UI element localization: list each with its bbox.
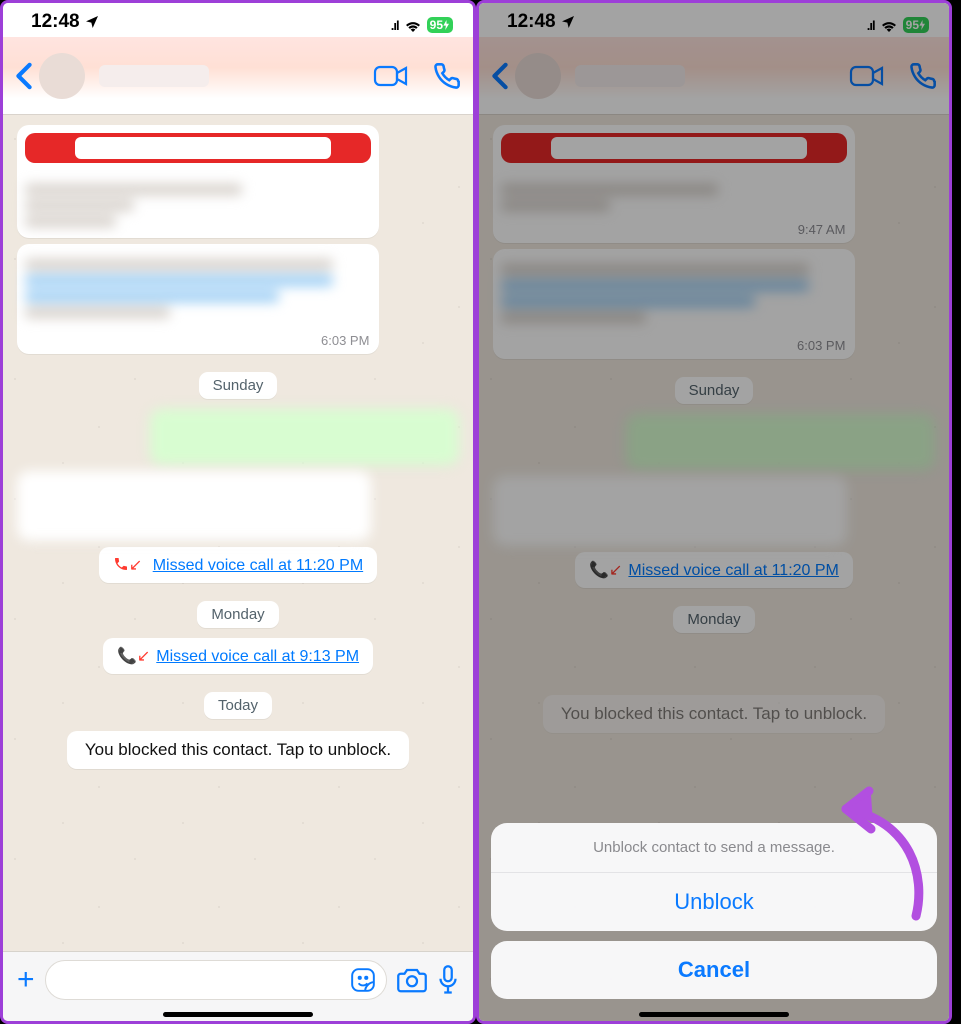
nav-bar bbox=[3, 37, 473, 115]
camera-icon[interactable] bbox=[397, 967, 427, 993]
attach-icon[interactable]: + bbox=[17, 963, 35, 997]
wifi-icon bbox=[403, 18, 423, 32]
contact-name[interactable] bbox=[99, 65, 209, 87]
home-indicator[interactable] bbox=[639, 1012, 789, 1017]
cancel-button[interactable]: Cancel bbox=[491, 941, 937, 999]
phone-right: 12:48 .ıl 95 9:47 AM bbox=[476, 0, 952, 1024]
location-icon bbox=[84, 14, 100, 30]
missed-call-text: Missed voice call at 9:13 PM bbox=[156, 648, 359, 665]
date-separator: Today bbox=[204, 692, 272, 719]
action-sheet: Unblock contact to send a message. Unblo… bbox=[491, 823, 937, 1009]
cellular-icon: .ıl bbox=[391, 18, 399, 33]
date-separator: Monday bbox=[197, 601, 278, 628]
message-input[interactable] bbox=[45, 960, 387, 1000]
mic-icon[interactable] bbox=[437, 965, 459, 995]
message-out[interactable] bbox=[150, 409, 459, 465]
message-in[interactable]: 6:03 PM bbox=[17, 244, 379, 354]
chat-area[interactable]: 6:03 PM Sunday ↙ Missed voice call at 11… bbox=[3, 115, 473, 951]
missed-call-text: Missed voice call at 11:20 PM bbox=[153, 557, 363, 574]
input-bar: + bbox=[3, 951, 473, 1021]
missed-call-pill[interactable]: 📞↙ Missed voice call at 9:13 PM bbox=[103, 638, 373, 674]
video-call-icon[interactable] bbox=[373, 64, 409, 88]
date-separator: Sunday bbox=[199, 372, 278, 399]
back-icon[interactable] bbox=[15, 62, 33, 90]
home-indicator[interactable] bbox=[163, 1012, 313, 1017]
missed-call-icon: 📞↙ bbox=[117, 648, 150, 665]
missed-call-icon: ↙ bbox=[113, 557, 147, 574]
status-time: 12:48 bbox=[31, 11, 80, 33]
avatar[interactable] bbox=[39, 53, 85, 99]
battery-icon: 95 bbox=[427, 17, 453, 33]
sticker-icon[interactable] bbox=[350, 967, 376, 993]
timestamp: 6:03 PM bbox=[17, 333, 379, 354]
status-bar: 12:48 .ıl 95 bbox=[3, 3, 473, 37]
voice-call-icon[interactable] bbox=[433, 62, 461, 90]
phone-left: 12:48 .ıl 95 bbox=[0, 0, 476, 1024]
missed-call-pill[interactable]: ↙ Missed voice call at 11:20 PM bbox=[99, 547, 377, 583]
sheet-message: Unblock contact to send a message. bbox=[491, 823, 937, 873]
blocked-banner[interactable]: You blocked this contact. Tap to unblock… bbox=[67, 731, 409, 769]
message-in[interactable] bbox=[17, 125, 379, 238]
message-in[interactable] bbox=[17, 471, 371, 541]
unblock-button[interactable]: Unblock bbox=[491, 873, 937, 931]
